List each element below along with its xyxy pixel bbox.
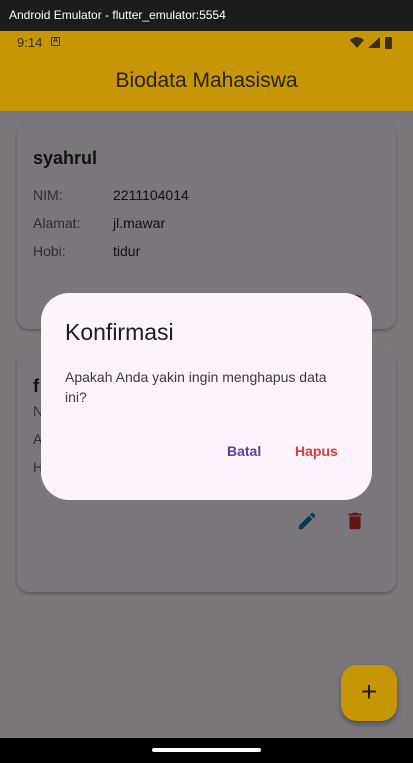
nav-bar xyxy=(0,738,413,763)
phone-screen: 9:14 A Biodata Mahasiswa syahrul NIM: 22… xyxy=(0,31,413,763)
delete-confirm-button[interactable]: Hapus xyxy=(295,443,338,459)
window-title: Android Emulator - flutter_emulator:5554 xyxy=(0,0,413,31)
cancel-button[interactable]: Batal xyxy=(227,443,261,459)
emulator-window: Android Emulator - flutter_emulator:5554… xyxy=(0,0,413,763)
dialog-message: Apakah Anda yakin ingin menghapus data i… xyxy=(65,369,327,405)
confirm-dialog: Konfirmasi Apakah Anda yakin ingin mengh… xyxy=(41,293,372,500)
dialog-title: Konfirmasi xyxy=(65,319,174,345)
home-gesture-handle[interactable] xyxy=(152,748,261,752)
